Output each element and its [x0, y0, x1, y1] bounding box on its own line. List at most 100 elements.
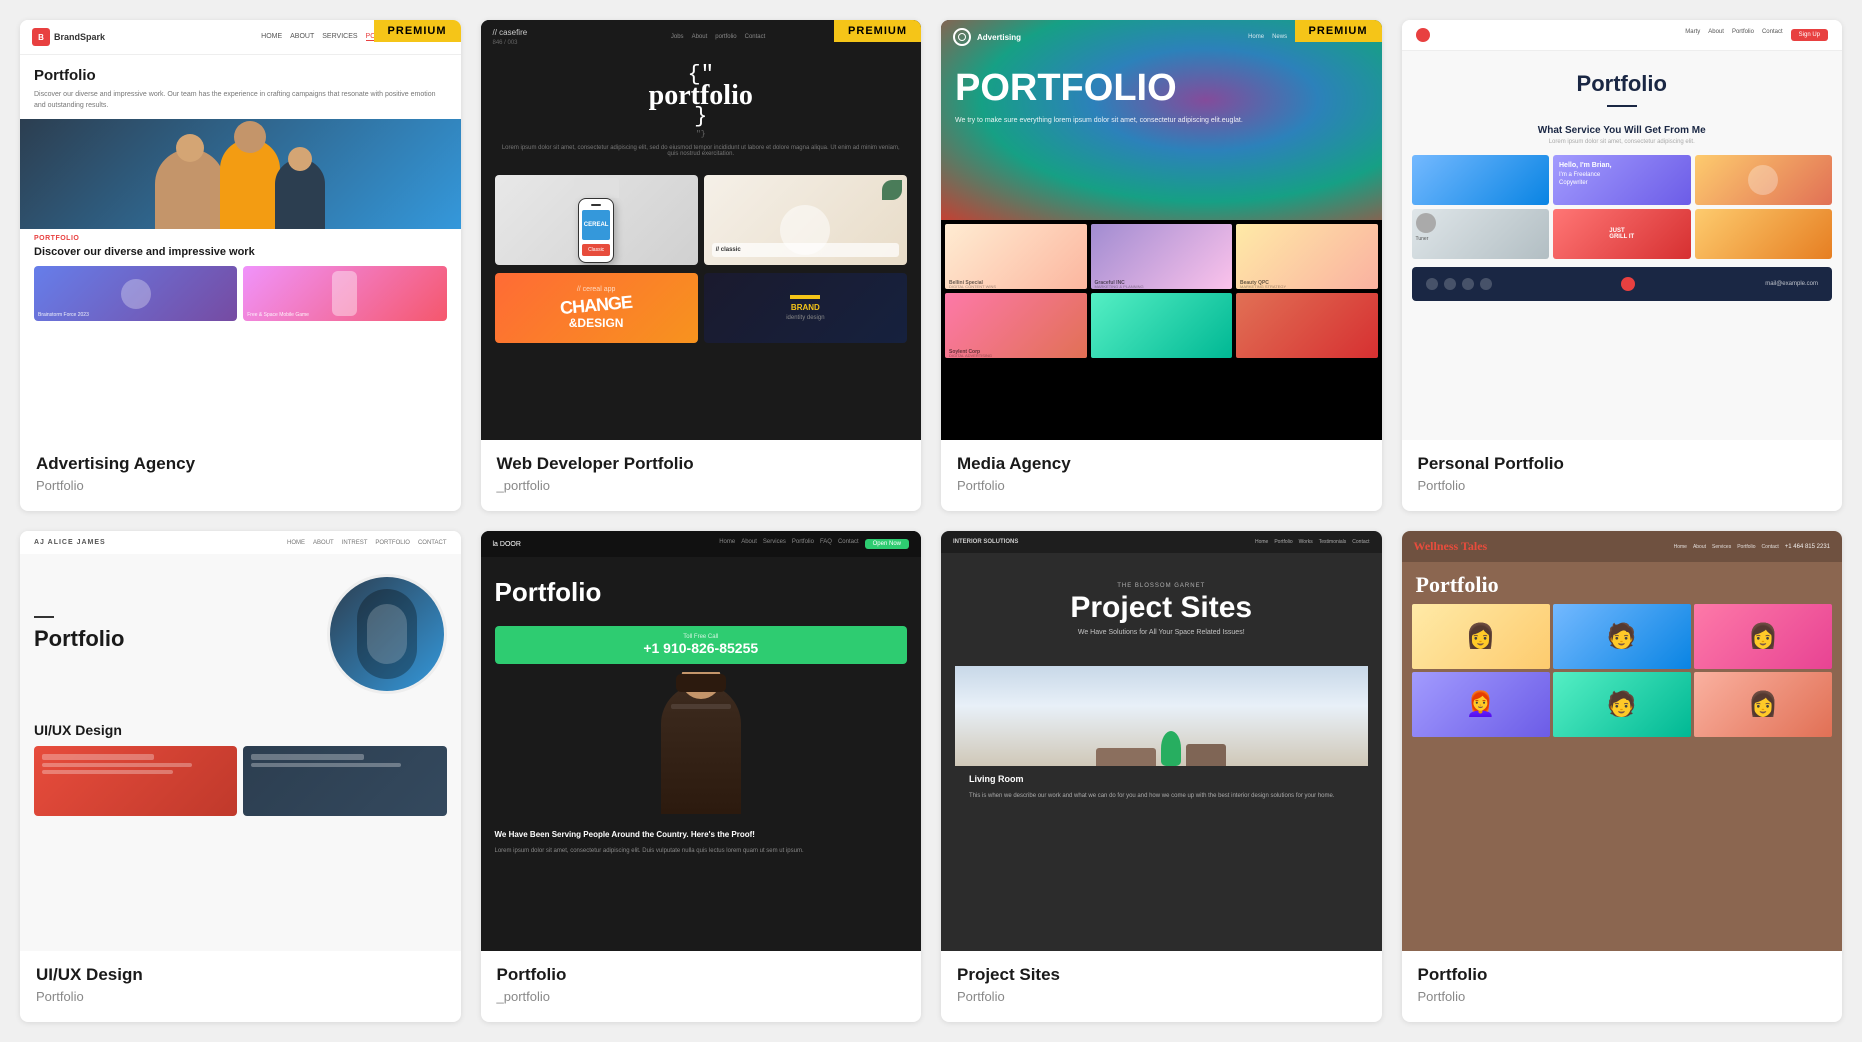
living-room-label: Living Room: [955, 766, 1368, 792]
photo: 🧑: [1553, 672, 1691, 737]
preview-navbar: AJ ALICE JAMES HOME ABOUT INTREST PORTFO…: [20, 531, 461, 554]
logo-text: Advertising: [977, 33, 1021, 42]
desc-text: This is when we describe our work and wh…: [955, 792, 1368, 801]
logo-text: INTERIOR SOLUTIONS: [953, 539, 1018, 545]
bottom-images: [20, 746, 461, 826]
card-advertising-agency[interactable]: PREMIUM B BrandSpark HOME ABOUT SERVICES…: [20, 20, 461, 511]
logo-text: Wellness Tales: [1414, 539, 1488, 554]
card-subtitle: Portfolio: [1418, 989, 1827, 1004]
nav-btn: Open Now: [865, 539, 909, 549]
we-have-text: We Have Been Serving People Around the C…: [481, 822, 922, 847]
preview-hero: Portfolio: [1402, 51, 1843, 125]
nav-link: ABOUT: [313, 540, 334, 546]
thumb-2: Free & Space Mobile Game: [243, 266, 446, 321]
preview-hero: THE BLOSSOM GARNET Project Sites We Have…: [941, 553, 1382, 651]
grid-item: Bellini Special DIGITAL CONTENT WINS: [945, 224, 1087, 289]
thumbnail-grid: Hello, I'm Brian, I'm a Freelance Copywr…: [1402, 155, 1843, 259]
card-subtitle: Portfolio: [957, 989, 1366, 1004]
preview-logo: B BrandSpark: [32, 28, 105, 46]
hero-line: [1607, 105, 1637, 107]
preview-hero: Advertising Home News About Portfolio Co…: [941, 20, 1382, 220]
card-media-agency[interactable]: PREMIUM Advertising Home News About: [941, 20, 1382, 511]
nav-link: Contact: [1352, 539, 1369, 545]
hero-content: PORTFOLIO We try to make sure everything…: [941, 54, 1382, 141]
nav-link: FAQ: [820, 539, 832, 549]
card-wellness-portfolio[interactable]: Wellness Tales Home About Services Portf…: [1402, 531, 1843, 1022]
thumb: Hello, I'm Brian, I'm a Freelance Copywr…: [1553, 155, 1691, 205]
preview-images-row1: CEREAL Classic // classic: [481, 167, 922, 273]
preview-hero: Portfolio: [481, 557, 922, 618]
nav-link: Works: [1299, 539, 1313, 545]
preview-hero: Portfolio Discover our diverse and impre…: [20, 55, 461, 119]
social-icon: [1480, 278, 1492, 290]
nav-link: Contact: [838, 539, 859, 549]
social-icon: [1444, 278, 1456, 290]
nav-link: HOME: [261, 33, 282, 41]
card-ux-design[interactable]: AJ ALICE JAMES HOME ABOUT INTREST PORTFO…: [20, 531, 461, 1022]
card-info: Web Developer Portfolio _portfolio: [481, 440, 922, 511]
grid-sublabel: DIGITAL ADVERTISING: [949, 353, 992, 358]
footer-dot: [1621, 277, 1635, 291]
service-sub: Lorem ipsum dolor sit amet, consectetur …: [1402, 139, 1843, 145]
nav-link: CONTACT: [418, 540, 447, 546]
card-subtitle: _portfolio: [497, 478, 906, 493]
card-info: Portfolio _portfolio: [481, 951, 922, 1022]
body-text: Lorem ipsum dolor sit amet, consectetur …: [481, 847, 922, 857]
preview-nav: Home About Services Portfolio FAQ Contac…: [719, 539, 909, 549]
photo: 👩: [1412, 604, 1550, 669]
grid-item: [1091, 293, 1233, 358]
logo-icon: [953, 28, 971, 46]
card-title: Advertising Agency: [36, 454, 445, 474]
thumb: [1695, 155, 1833, 205]
card-web-developer[interactable]: PREMIUM // casefire846 / 003 Jobs About …: [481, 20, 922, 511]
nav-link: News: [1272, 34, 1287, 40]
nav-link: INTREST: [342, 540, 368, 546]
card-title: Web Developer Portfolio: [497, 454, 906, 474]
curly-close: }: [501, 106, 902, 128]
grid-sublabel: MARKETING STRATEGY: [1240, 284, 1286, 289]
face-icon: 👩: [1694, 672, 1832, 737]
face-icon: 🧑: [1553, 672, 1691, 737]
card-la-door[interactable]: la DOOR Home About Services Portfolio FA…: [481, 531, 922, 1022]
card-info: UI/UX Design Portfolio: [20, 951, 461, 1022]
photo: 👩: [1694, 672, 1832, 737]
preview-navbar: la DOOR Home About Services Portfolio FA…: [481, 531, 922, 557]
card-info: Personal Portfolio Portfolio: [1402, 440, 1843, 511]
preview-nav: HOME ABOUT INTREST PORTFOLIO CONTACT: [287, 540, 446, 546]
gallery-grid: 👩 🧑 👩 👩‍🦰 🧑 👩: [1402, 604, 1843, 737]
grid-sublabel: DIGITAL CONTENT WINS: [949, 284, 996, 289]
grid-item: Graceful INC MARKETING & PLANNING: [1091, 224, 1233, 289]
card-project-sites[interactable]: INTERIOR SOLUTIONS Home Portfolio Works …: [941, 531, 1382, 1022]
card-info: Portfolio Portfolio: [1402, 951, 1843, 1022]
thumb-label: Brainstorm Force 2023: [38, 312, 89, 318]
nav-link: About: [1708, 29, 1724, 41]
thumb-1: Brainstorm Force 2023: [34, 266, 237, 321]
face-icon: 👩: [1412, 604, 1550, 669]
social-icon: [1462, 278, 1474, 290]
nav-link: Portfolio: [1274, 539, 1292, 545]
preview-nav: Jobs About portfolio Contact: [671, 34, 765, 40]
preview-navbar: Wellness Tales Home About Services Portf…: [1402, 531, 1843, 562]
preview-thumbs: Brainstorm Force 2023 Free & Space Mobil…: [20, 266, 461, 331]
preview-hero: {" portfolio } "} Lorem ipsum dolor sit …: [481, 54, 922, 167]
service-title: What Service You Will Get From Me: [1402, 125, 1843, 136]
nav-link: Contact: [745, 34, 766, 40]
nav-btn: Sign Up: [1791, 29, 1828, 41]
nav-link: Home: [1674, 544, 1687, 550]
hero-circle: [327, 574, 447, 694]
image-1: CEREAL Classic: [495, 175, 698, 265]
thumb: JUSTGRILL IT: [1553, 209, 1691, 259]
ux-label: UI/UX Design: [20, 714, 461, 746]
hero-title: Portfolio: [1416, 71, 1829, 97]
card-preview: Marty About Portfolio Contact Sign Up Po…: [1402, 20, 1843, 440]
template-grid: PREMIUM B BrandSpark HOME ABOUT SERVICES…: [20, 20, 1842, 1022]
hero-title: Portfolio: [495, 577, 908, 608]
preview-nav: Home About Services Portfolio Contact +1…: [1674, 544, 1830, 550]
preview-logo: Advertising: [953, 28, 1021, 46]
premium-badge: PREMIUM: [374, 20, 461, 42]
photo: 👩: [1694, 604, 1832, 669]
card-personal-portfolio[interactable]: Marty About Portfolio Contact Sign Up Po…: [1402, 20, 1843, 511]
nav-link: Services: [763, 539, 786, 549]
grid-item: Beauty QPC MARKETING STRATEGY: [1236, 224, 1378, 289]
card-preview: // casefire846 / 003 Jobs About portfoli…: [481, 20, 922, 440]
